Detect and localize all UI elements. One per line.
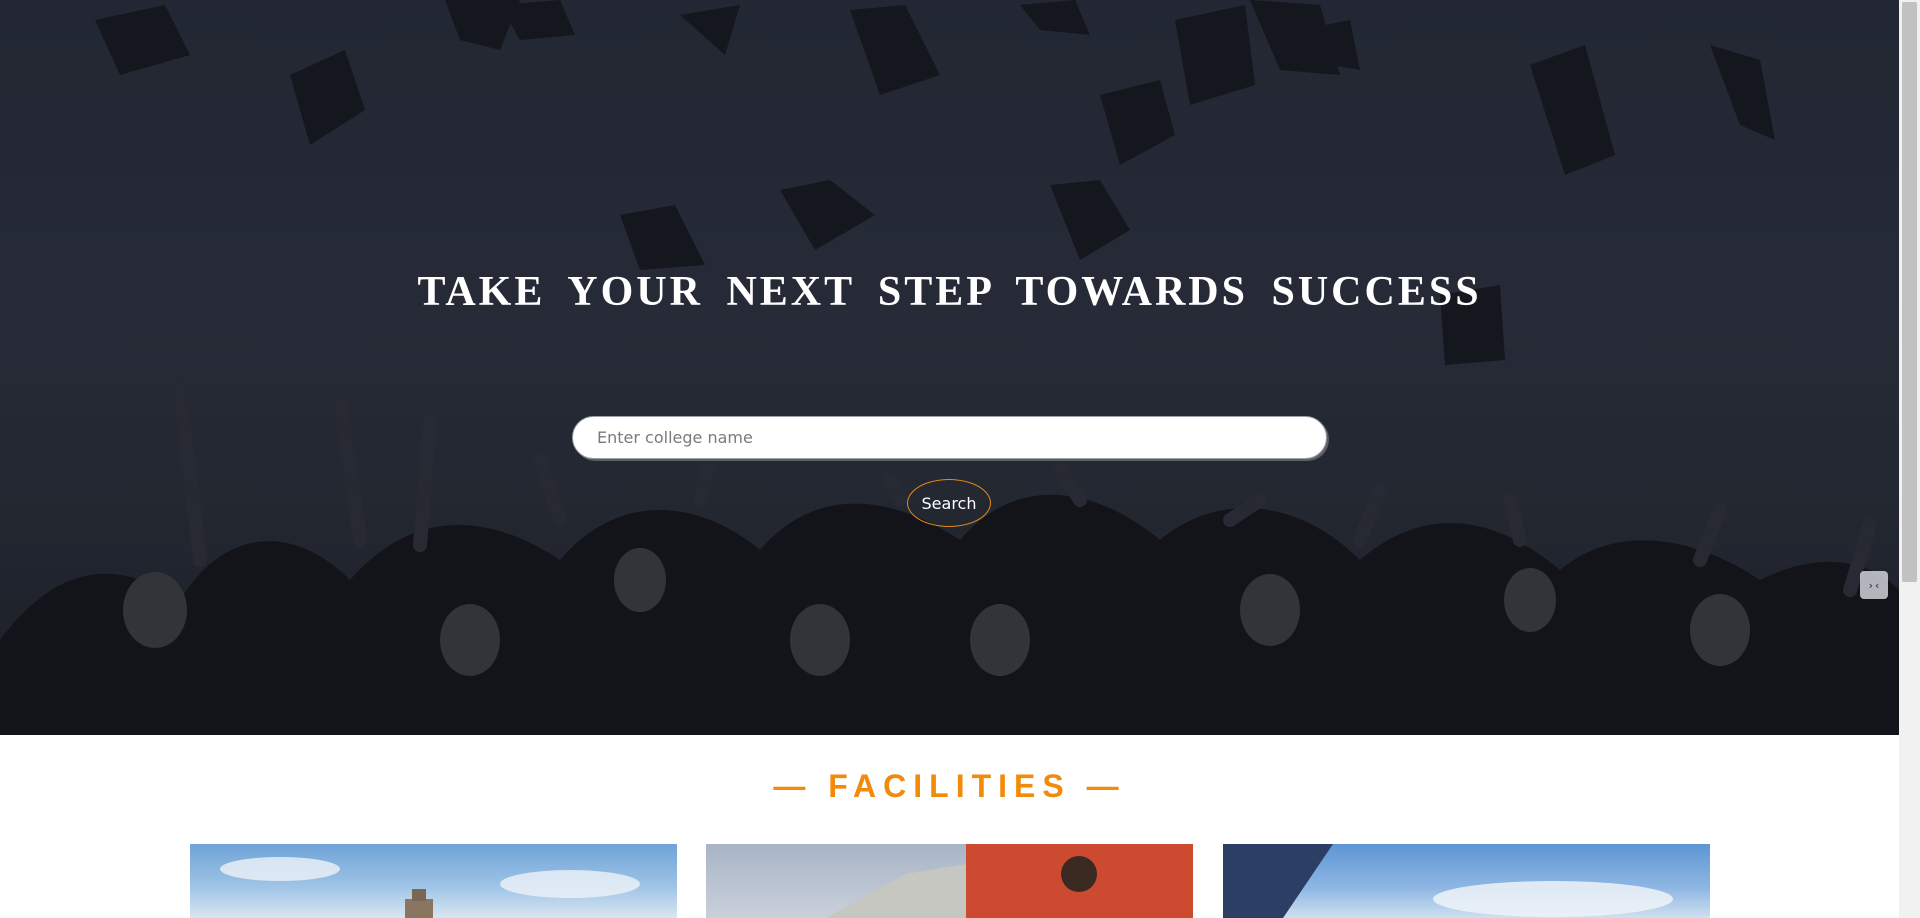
college-search-input[interactable] [572,416,1327,459]
facility-card-image[interactable] [190,844,677,918]
hero-banner [0,0,1899,735]
facility-card-image[interactable] [1223,844,1710,918]
red-building-image [826,844,1193,918]
scrollbar-thumb[interactable] [1902,2,1917,582]
hero-dark-overlay [0,0,1899,735]
glass-building-image [1223,844,1673,918]
facilities-heading: — FACILITIES — [773,768,1126,804]
facility-card-image[interactable] [706,844,1193,918]
hero-title: TAKE YOUR NEXT STEP TOWARDS SUCCESS [417,269,1482,315]
campus-building-image [220,857,640,918]
floating-widget-icon[interactable]: ›‹ [1860,571,1888,599]
search-button[interactable]: Search [907,479,991,527]
